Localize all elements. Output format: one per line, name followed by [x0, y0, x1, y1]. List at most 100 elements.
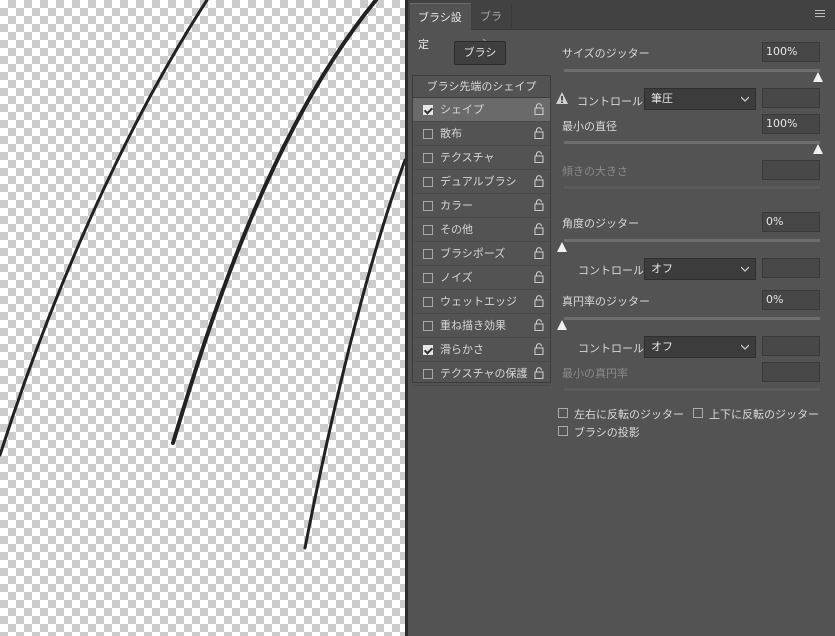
size-control-select[interactable]: 筆圧 [644, 88, 756, 110]
brush-option-item[interactable]: カラー [413, 194, 550, 218]
brush-option-checkbox[interactable] [423, 273, 433, 283]
brush-option-item[interactable]: ノイズ [413, 266, 550, 290]
chevron-down-icon [741, 344, 749, 350]
chevron-down-icon [741, 96, 749, 102]
tab-brush-settings[interactable]: ブラシ設定 [410, 3, 471, 51]
lock-icon[interactable] [534, 247, 544, 259]
angle-jitter-slider[interactable] [564, 239, 820, 242]
min-roundness-field[interactable] [762, 362, 820, 382]
roundness-control-select[interactable]: オフ [644, 336, 756, 358]
brush-option-label: ノイズ [440, 271, 473, 284]
min-diameter-field[interactable]: 100% [762, 114, 820, 134]
brush-option-label: その他 [440, 223, 473, 236]
angle-control-select[interactable]: オフ [644, 258, 756, 280]
lock-icon[interactable] [534, 199, 544, 211]
tilt-scale-field[interactable] [762, 160, 820, 180]
brush-option-item[interactable]: デュアルブラシ [413, 170, 550, 194]
brush-strokes [0, 0, 405, 550]
brush-option-label: ブラシポーズ [440, 247, 506, 260]
brush-option-item[interactable]: ブラシポーズ [413, 242, 550, 266]
brush-projection-label: ブラシの投影 [574, 426, 640, 439]
brush-option-checkbox[interactable] [423, 129, 433, 139]
brush-option-checkbox[interactable] [423, 177, 433, 187]
min-diameter-slider[interactable] [564, 141, 820, 144]
brush-option-label: 重ね描き効果 [440, 319, 506, 332]
size-jitter-slider-thumb[interactable] [813, 72, 823, 82]
roundness-jitter-slider-thumb[interactable] [557, 320, 567, 330]
brush-option-item[interactable]: その他 [413, 218, 550, 242]
angle-jitter-slider-thumb[interactable] [557, 242, 567, 252]
size-jitter-label: サイズのジッター [562, 47, 650, 60]
size-jitter-slider[interactable] [564, 69, 820, 72]
min-diameter-label: 最小の直径 [562, 120, 617, 133]
brush-projection-checkbox[interactable] [558, 426, 568, 436]
brush-option-checkbox[interactable] [423, 321, 433, 331]
lock-icon[interactable] [534, 127, 544, 139]
brush-option-checkbox[interactable] [423, 153, 433, 163]
flip-y-jitter-checkbox[interactable] [693, 408, 703, 418]
roundness-jitter-label: 真円率のジッター [562, 295, 650, 308]
min-roundness-label: 最小の真円率 [562, 367, 628, 380]
lock-icon[interactable] [534, 319, 544, 331]
tilt-scale-label: 傾きの大きさ [562, 165, 628, 178]
brush-option-item[interactable]: 散布 [413, 122, 550, 146]
brush-option-checkbox[interactable] [423, 249, 433, 259]
tab-bar: ブラシ設定 ブラシ [408, 0, 835, 51]
brush-option-checkbox[interactable] [423, 297, 433, 307]
lock-icon[interactable] [534, 367, 544, 379]
angle-jitter-field[interactable]: 0% [762, 212, 820, 232]
brush-option-checkbox[interactable] [423, 225, 433, 235]
size-control-extra-field[interactable] [762, 88, 820, 108]
brush-stroke [303, 158, 405, 550]
brush-option-checkbox[interactable] [423, 105, 433, 115]
size-control-value: 筆圧 [651, 92, 673, 105]
brush-option-label: ウェットエッジ [440, 295, 517, 308]
angle-control-value: オフ [651, 262, 673, 275]
brush-option-item[interactable]: シェイプ [413, 98, 550, 122]
lock-icon[interactable] [534, 343, 544, 355]
brush-option-label: シェイプ [440, 103, 484, 116]
roundness-control-value: オフ [651, 340, 673, 353]
brush-stroke [0, 0, 209, 457]
angle-control-extra-field[interactable] [762, 258, 820, 278]
brush-option-checkbox[interactable] [423, 369, 433, 379]
brush-option-item[interactable]: テクスチャの保護 [413, 362, 550, 386]
brush-option-checkbox[interactable] [423, 345, 433, 355]
flip-x-jitter-label: 左右に反転のジッター [574, 408, 684, 421]
brush-option-label: 散布 [440, 127, 462, 140]
brush-option-item[interactable]: 重ね描き効果 [413, 314, 550, 338]
lock-icon[interactable] [534, 295, 544, 307]
lock-icon[interactable] [534, 103, 544, 115]
brush-option-label: テクスチャ [440, 151, 495, 164]
flip-x-jitter-checkbox[interactable] [558, 408, 568, 418]
angle-jitter-label: 角度のジッター [562, 217, 639, 230]
brushes-button[interactable]: ブラシ [454, 41, 506, 65]
brush-stroke [171, 0, 378, 445]
lock-icon[interactable] [534, 175, 544, 187]
lock-icon[interactable] [534, 223, 544, 235]
brush-option-label: カラー [440, 199, 473, 212]
tilt-scale-slider[interactable] [564, 186, 820, 189]
size-jitter-field[interactable]: 100% [762, 42, 820, 62]
roundness-jitter-slider[interactable] [564, 317, 820, 320]
chevron-down-icon [741, 266, 749, 272]
size-control-label: コントロール： [577, 95, 654, 108]
brush-option-item[interactable]: ウェットエッジ [413, 290, 550, 314]
roundness-control-extra-field[interactable] [762, 336, 820, 356]
brush-settings-panel: ブラシ設定 ブラシ ブラシ ブラシ先端のシェイプ シェイプ散布テクスチャデュアル… [408, 0, 835, 636]
list-item-brush-tip-shape[interactable]: ブラシ先端のシェイプ [413, 76, 550, 98]
lock-icon[interactable] [534, 271, 544, 283]
warning-icon [556, 92, 568, 104]
brush-option-label: 滑らかさ [440, 343, 484, 356]
brush-option-label: テクスチャの保護 [440, 367, 528, 380]
lock-icon[interactable] [534, 151, 544, 163]
tab-brush[interactable]: ブラシ [472, 3, 512, 50]
min-diameter-slider-thumb[interactable] [813, 144, 823, 154]
roundness-jitter-field[interactable]: 0% [762, 290, 820, 310]
brush-option-item[interactable]: 滑らかさ [413, 338, 550, 362]
document-canvas[interactable] [0, 0, 405, 636]
panel-menu-icon[interactable] [815, 10, 825, 18]
min-roundness-slider[interactable] [564, 388, 820, 391]
brush-option-checkbox[interactable] [423, 201, 433, 211]
brush-option-item[interactable]: テクスチャ [413, 146, 550, 170]
